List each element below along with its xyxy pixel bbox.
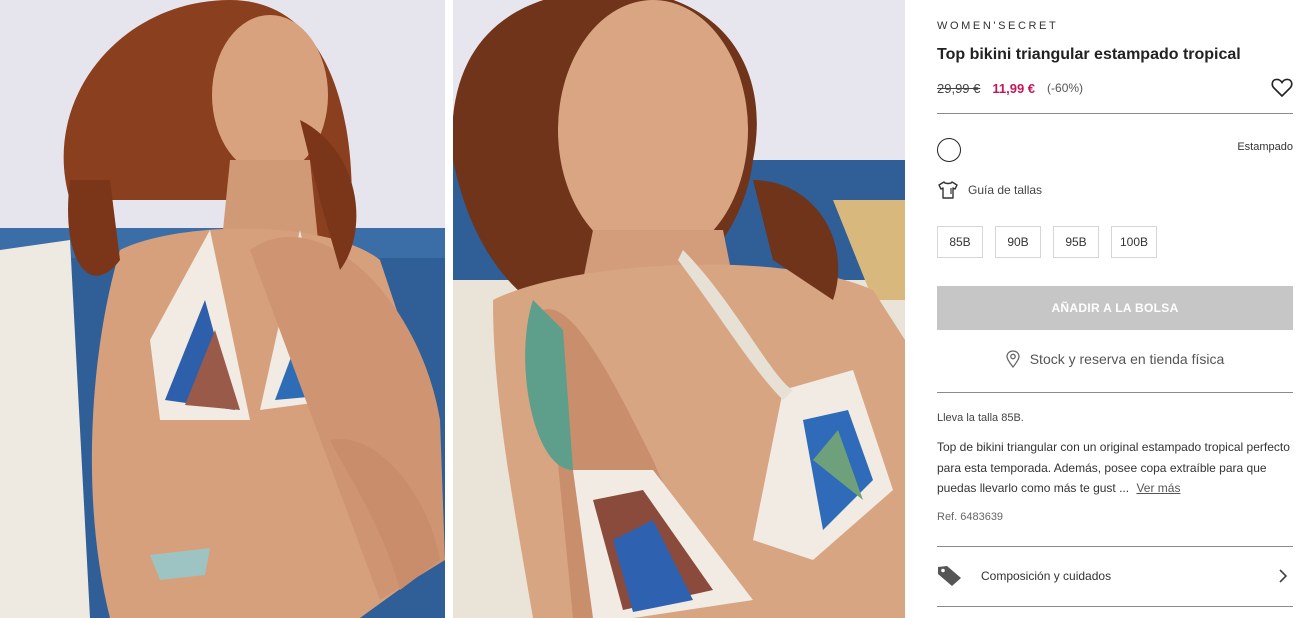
divider [937,392,1293,393]
add-to-bag-button[interactable]: AÑADIR A LA BOLSA [937,286,1293,330]
heart-icon[interactable] [1271,78,1293,98]
color-swatch[interactable] [937,138,961,162]
original-price: 29,99 € [937,80,981,96]
divider [937,113,1293,114]
size-option-85b[interactable]: 85B [937,226,983,258]
product-gallery [0,0,905,618]
model-photo-closeup [453,0,905,618]
model-size-note: Lleva la talla 85B. [937,412,1024,424]
location-pin-icon [1006,350,1020,369]
product-image-1[interactable] [0,0,445,618]
store-stock-label: Stock y reserva en tienda física [1029,351,1225,367]
tshirt-icon [937,180,959,200]
divider [937,546,1293,547]
discount-badge: (-60%) [1047,81,1084,95]
store-stock-link[interactable]: Stock y reserva en tienda física [937,350,1293,369]
see-more-link[interactable]: Ver más [1136,481,1180,495]
size-option-95b[interactable]: 95B [1053,226,1099,258]
brand-name: WOMEN'SECRET [937,20,1059,32]
price-row: 29,99 € 11,99 € (-60%) [937,78,1293,98]
product-description: Top de bikini triangular con un original… [937,437,1293,499]
sale-price: 11,99 € [992,80,1036,96]
tag-icon [937,565,963,587]
product-image-2[interactable] [453,0,905,618]
product-info-panel: WOMEN'SECRET Top bikini triangular estam… [937,0,1293,618]
description-text: Top de bikini triangular con un original… [937,440,1290,495]
divider [937,606,1293,607]
composition-label: Composición y cuidados [981,569,1112,583]
product-title: Top bikini triangular estampado tropical [937,46,1241,63]
chevron-right-icon [1277,569,1289,583]
product-reference: Ref. 6483639 [937,511,1004,523]
size-guide-label: Guía de tallas [968,183,1043,197]
color-name: Estampado [1237,141,1293,153]
size-option-90b[interactable]: 90B [995,226,1041,258]
size-option-100b[interactable]: 100B [1111,226,1157,258]
model-photo-full-body [0,0,445,618]
composition-accordion[interactable]: Composición y cuidados [937,556,1293,596]
size-guide-link[interactable]: Guía de tallas [937,180,1042,200]
size-selector: 85B 90B 95B 100B [937,226,1157,258]
